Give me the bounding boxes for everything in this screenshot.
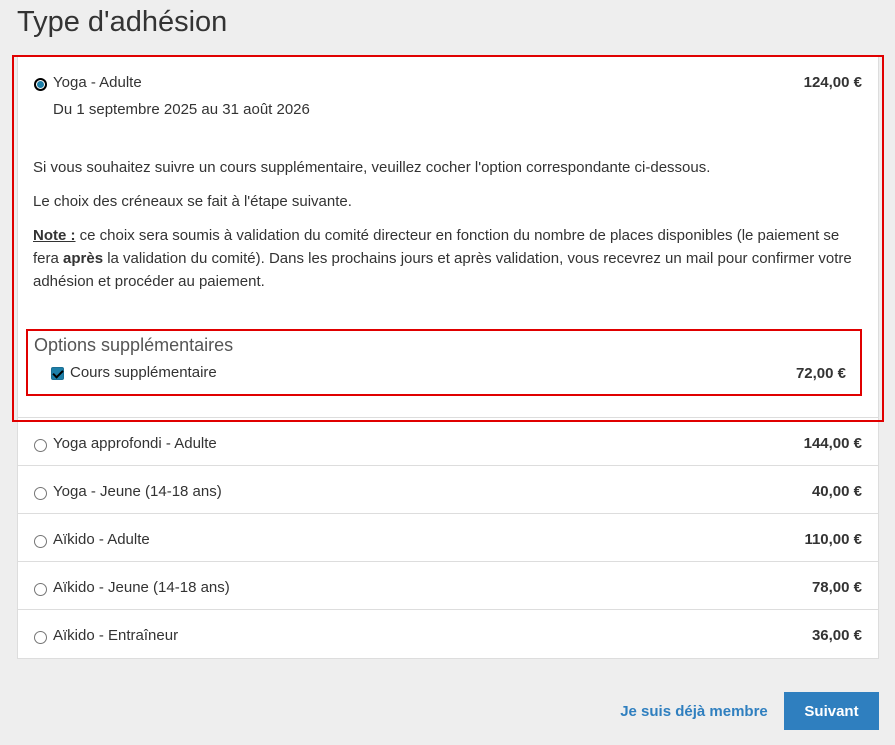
options-panel: Options supplémentaires Cours supplément…	[26, 329, 862, 396]
radio-aikido-entraineur[interactable]	[34, 631, 47, 644]
membership-label: Yoga approfondi - Adulte	[53, 435, 217, 452]
page-title: Type d'adhésion	[17, 6, 228, 38]
radio-yoga-adulte[interactable]	[34, 78, 47, 91]
membership-description: Si vous souhaitez suivre un cours supplé…	[33, 156, 863, 304]
description-note: Note : ce choix sera soumis à validation…	[33, 224, 863, 293]
membership-list: Yoga - Adulte 124,00 € Du 1 septembre 20…	[17, 56, 879, 659]
membership-label: Aïkido - Jeune (14-18 ans)	[53, 579, 230, 596]
membership-price: 40,00 €	[811, 483, 862, 500]
membership-item-aikido-jeune[interactable]: Aïkido - Jeune (14-18 ans) 78,00 €	[18, 562, 878, 610]
description-line: Le choix des créneaux se fait à l'étape …	[33, 193, 352, 210]
already-member-link[interactable]: Je suis déjà membre	[620, 692, 768, 730]
description-line: Si vous souhaitez suivre un cours supplé…	[33, 159, 711, 176]
membership-dates: Du 1 septembre 2025 au 31 août 2026	[53, 101, 310, 118]
note-bold: après	[63, 250, 104, 267]
membership-label: Yoga - Adulte	[53, 74, 142, 91]
membership-item-aikido-adulte[interactable]: Aïkido - Adulte 110,00 €	[18, 514, 878, 562]
radio-yoga-approfondi-adulte[interactable]	[34, 439, 47, 452]
membership-item-aikido-entraineur[interactable]: Aïkido - Entraîneur 36,00 €	[18, 610, 878, 658]
note-label: Note :	[33, 227, 76, 244]
membership-label: Yoga - Jeune (14-18 ans)	[53, 483, 222, 500]
membership-price: 110,00 €	[804, 531, 862, 548]
membership-price: 78,00 €	[811, 579, 862, 596]
membership-item-yoga-approfondi-adulte[interactable]: Yoga approfondi - Adulte 144,00 €	[18, 418, 878, 466]
options-title: Options supplémentaires	[34, 335, 234, 355]
membership-label: Aïkido - Entraîneur	[53, 627, 179, 644]
option-label[interactable]: Cours supplémentaire	[70, 364, 217, 381]
radio-aikido-jeune[interactable]	[34, 583, 47, 596]
membership-price: 36,00 €	[811, 627, 862, 644]
option-price: 72,00 €	[795, 365, 846, 382]
note-text: la validation du comité). Dans les proch…	[33, 250, 852, 290]
radio-aikido-adulte[interactable]	[34, 535, 47, 548]
membership-item-yoga-adulte[interactable]: Yoga - Adulte 124,00 € Du 1 septembre 20…	[18, 57, 878, 418]
membership-label: Aïkido - Adulte	[53, 531, 150, 548]
radio-yoga-jeune[interactable]	[34, 487, 47, 500]
membership-item-yoga-jeune[interactable]: Yoga - Jeune (14-18 ans) 40,00 €	[18, 466, 878, 514]
next-button[interactable]: Suivant	[784, 692, 879, 730]
membership-price: 124,00 €	[803, 74, 862, 91]
option-checkbox-cours-supplementaire[interactable]	[51, 367, 64, 380]
membership-price: 144,00 €	[803, 435, 862, 452]
